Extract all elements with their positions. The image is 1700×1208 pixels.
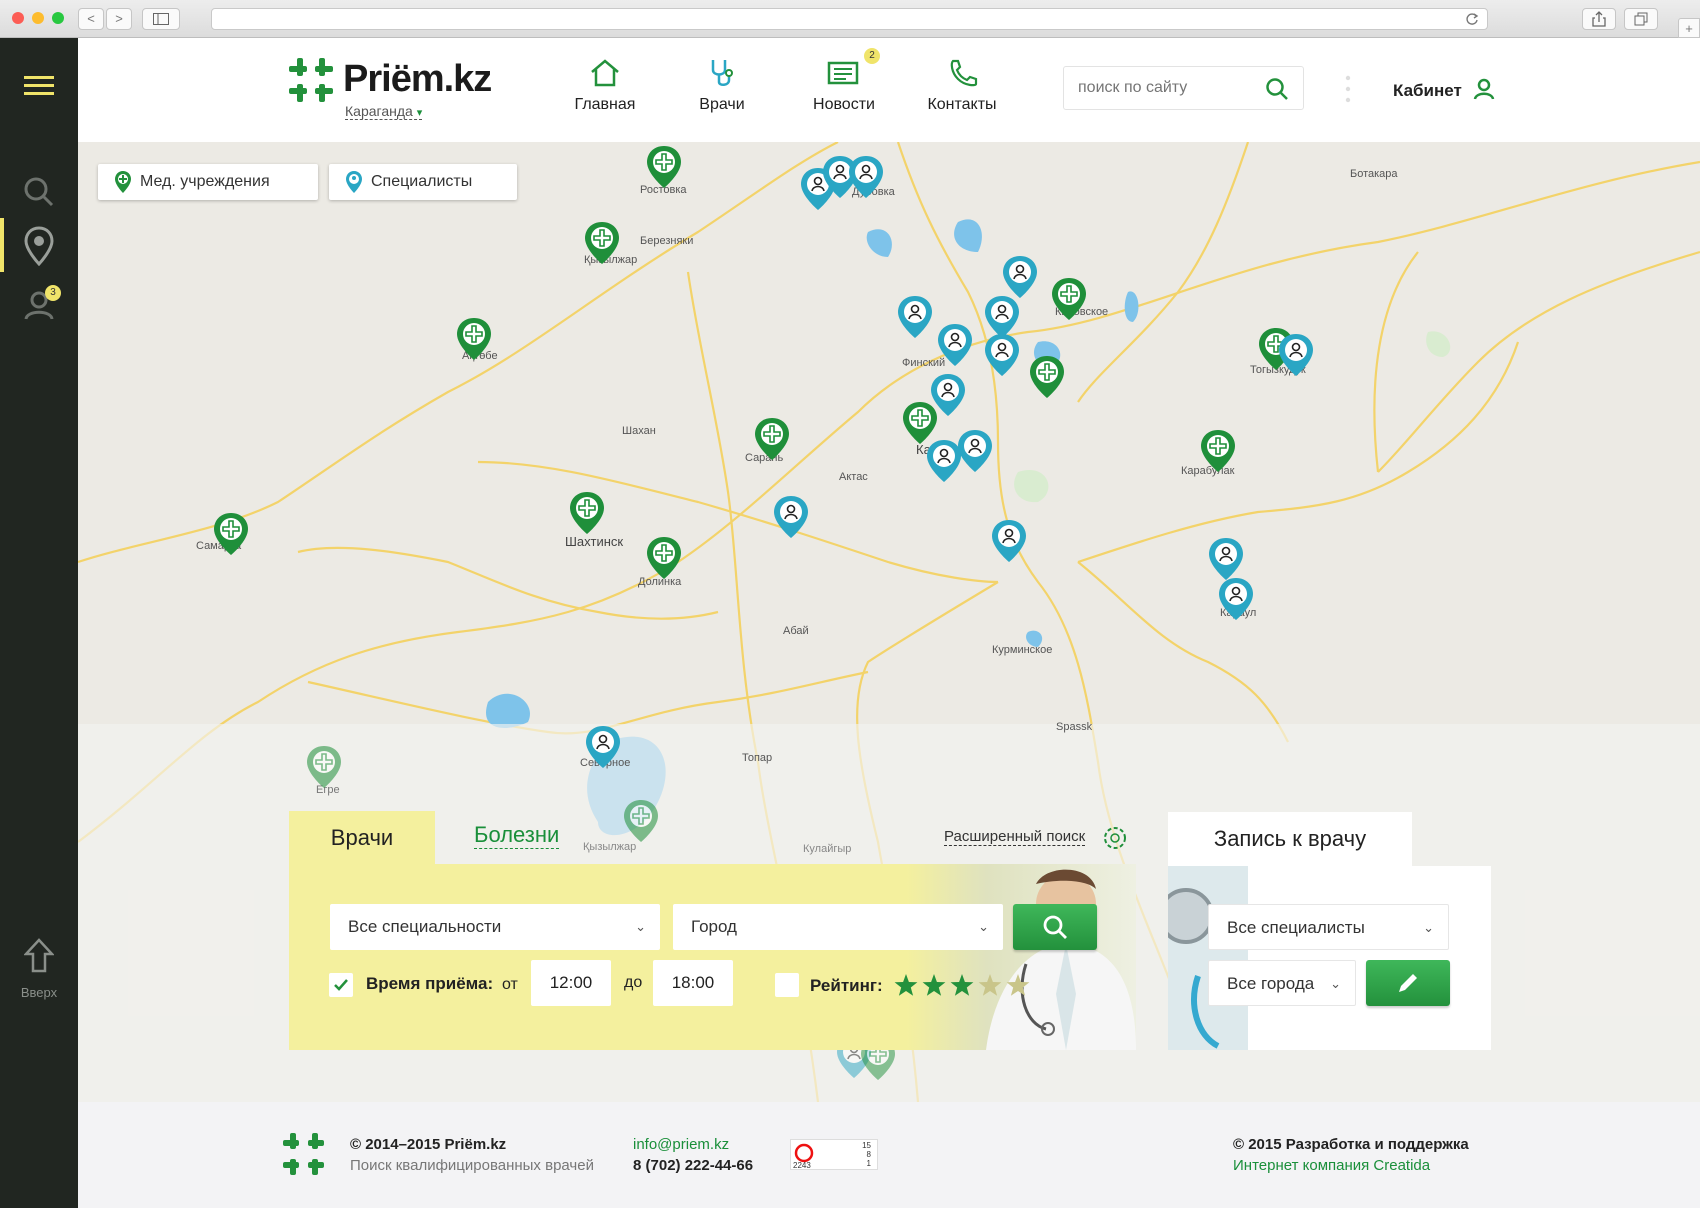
from-label: от xyxy=(502,976,518,993)
counter-rank: 2243 xyxy=(793,1161,811,1170)
chevron-down-icon: ⌄ xyxy=(978,919,989,934)
book-appointment-button[interactable] xyxy=(1366,960,1450,1006)
clinic-marker[interactable] xyxy=(1051,277,1087,321)
clinic-marker[interactable] xyxy=(1200,429,1236,473)
counter-visitors: 8 xyxy=(866,1150,871,1159)
tab-diseases[interactable]: Болезни xyxy=(474,822,560,849)
advanced-search-link[interactable]: Расширенный поиск xyxy=(944,828,1086,846)
counter-views: 15 xyxy=(862,1141,871,1150)
specialty-select[interactable]: Все специальности ⌄ xyxy=(330,904,660,950)
footer-email-link[interactable]: info@priem.kz xyxy=(633,1136,729,1153)
star-filled-icon[interactable] xyxy=(950,974,974,996)
chevron-down-icon: ⌄ xyxy=(635,919,646,934)
doctor-marker[interactable] xyxy=(773,495,809,539)
chevron-down-icon: ⌄ xyxy=(1423,920,1434,935)
search-doctors-button[interactable] xyxy=(1013,904,1097,950)
city-select[interactable]: Город ⌄ xyxy=(673,904,1003,950)
specialty-value: Все специальности xyxy=(348,917,502,936)
checkmark-icon xyxy=(334,979,348,991)
booking-title: Запись к врачу xyxy=(1168,812,1412,866)
star-filled-icon[interactable] xyxy=(922,974,946,996)
clinic-marker[interactable] xyxy=(646,145,682,189)
time-label: Время приёма: xyxy=(366,974,494,993)
doctor-marker[interactable] xyxy=(1278,333,1314,377)
clinic-marker[interactable] xyxy=(754,417,790,461)
doctor-marker[interactable] xyxy=(897,295,933,339)
chevron-down-icon: ⌄ xyxy=(1330,976,1341,991)
footer-dev: © 2015 Разработка и поддержка xyxy=(1233,1136,1469,1153)
stethoscope-photo xyxy=(1168,866,1248,1050)
specialists-value: Все специалисты xyxy=(1227,918,1365,937)
clinic-marker[interactable] xyxy=(1029,355,1065,399)
doctor-photo xyxy=(906,864,1136,1050)
star-rating-icon xyxy=(894,974,1030,996)
footer-copyright: © 2014–2015 Priëm.kz xyxy=(350,1136,507,1153)
time-checkbox[interactable] xyxy=(329,973,353,997)
doctor-search-panel xyxy=(289,864,1136,1050)
rating-stars[interactable] xyxy=(893,973,1043,999)
doctor-marker[interactable] xyxy=(991,519,1027,563)
clinic-marker[interactable] xyxy=(213,512,249,556)
doctor-marker[interactable] xyxy=(984,333,1020,377)
star-empty-icon[interactable] xyxy=(1006,974,1030,996)
clinic-marker[interactable] xyxy=(902,401,938,445)
time-to-input[interactable]: 18:00 xyxy=(653,960,733,1006)
doctor-marker[interactable] xyxy=(1208,537,1244,581)
footer-tagline: Поиск квалифицированных врачей xyxy=(350,1157,594,1174)
search-icon xyxy=(1043,915,1067,939)
tab-doctors[interactable]: Врачи xyxy=(289,811,435,865)
doctor-marker[interactable] xyxy=(984,295,1020,339)
counter-online: 1 xyxy=(866,1159,871,1168)
star-empty-icon[interactable] xyxy=(978,974,1002,996)
doctor-marker[interactable] xyxy=(1218,577,1254,621)
doctor-marker[interactable] xyxy=(926,439,962,483)
doctor-marker[interactable] xyxy=(848,155,884,199)
cities-select[interactable]: Все города ⌄ xyxy=(1208,960,1356,1006)
doctor-marker[interactable] xyxy=(585,725,621,769)
clinic-marker[interactable] xyxy=(646,536,682,580)
footer-phone: 8 (702) 222-44-66 xyxy=(633,1157,754,1174)
clinic-marker[interactable] xyxy=(306,745,342,789)
city-value: Город xyxy=(691,917,737,936)
clinic-marker[interactable] xyxy=(623,799,659,843)
cities-value: Все города xyxy=(1227,974,1315,993)
star-filled-icon[interactable] xyxy=(894,974,918,996)
footer-company-link[interactable]: Интернет компания Creatida xyxy=(1233,1157,1430,1174)
booking-panel xyxy=(1168,866,1491,1050)
rating-label: Рейтинг: xyxy=(810,976,883,995)
gear-icon[interactable] xyxy=(1100,823,1130,853)
pencil-icon xyxy=(1399,974,1417,992)
to-label: до xyxy=(624,974,643,991)
doctor-illustration xyxy=(986,869,1136,1050)
visit-counter[interactable]: 15 8 1 2243 xyxy=(790,1139,878,1170)
doctor-marker[interactable] xyxy=(957,429,993,473)
doctor-marker[interactable] xyxy=(1002,255,1038,299)
clinic-marker[interactable] xyxy=(456,317,492,361)
rating-checkbox[interactable] xyxy=(775,973,799,997)
logo-mark-icon[interactable] xyxy=(283,1133,327,1175)
doctor-marker[interactable] xyxy=(930,373,966,417)
clinic-marker[interactable] xyxy=(569,491,605,535)
specialists-select[interactable]: Все специалисты ⌄ xyxy=(1208,904,1449,950)
time-from-input[interactable]: 12:00 xyxy=(531,960,611,1006)
clinic-marker[interactable] xyxy=(584,221,620,265)
doctor-marker[interactable] xyxy=(937,323,973,367)
